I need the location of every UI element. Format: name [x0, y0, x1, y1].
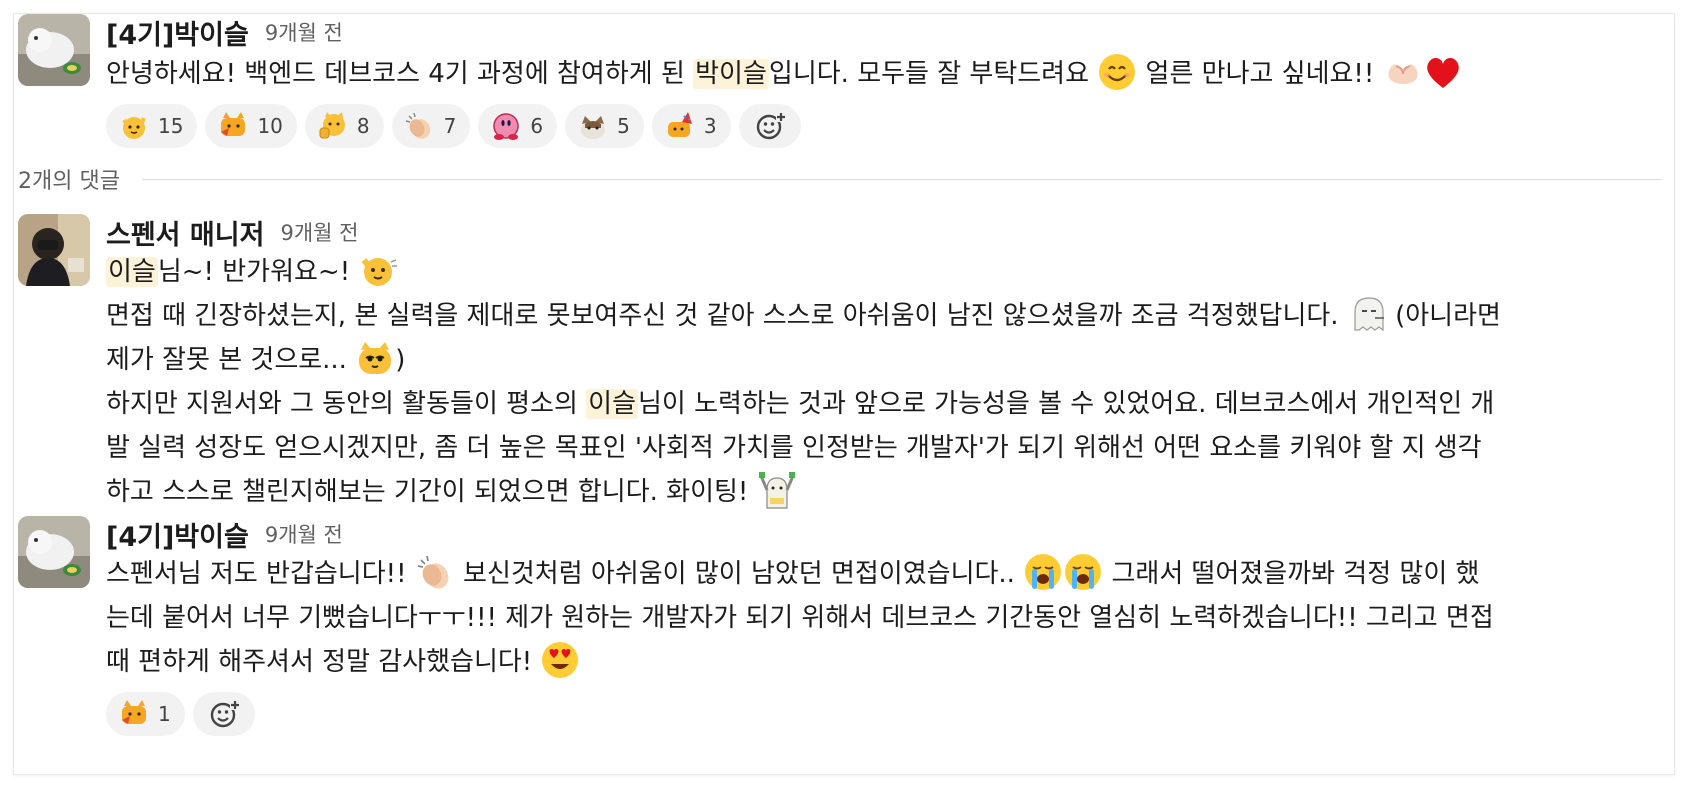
author-name[interactable]: 스펜서 매니저 [106, 213, 264, 252]
timestamp[interactable]: 9개월 전 [265, 519, 343, 549]
reaction-bar: 15 10 8 7 6 5 3 [106, 104, 1666, 148]
smug-cat-icon [355, 338, 395, 378]
cheering-hand-cat-icon [118, 110, 150, 142]
reaction-clapping-hands[interactable]: 7 [391, 104, 471, 148]
reaction-cat-face[interactable]: 5 [565, 104, 644, 148]
avatar[interactable] [18, 14, 90, 86]
heart-hands-icon [1383, 52, 1423, 92]
reaction-cheering-hand-cat[interactable]: 15 [106, 104, 198, 148]
message-text: 스펜서님 저도 반갑습니다!! 보신것처럼 아쉬움이 많이 남았던 면접이였습니… [106, 552, 1666, 684]
loudly-crying-face-icon [1063, 552, 1103, 592]
reaction-bar: 1 [106, 692, 1666, 736]
mention[interactable]: 이슬 [106, 257, 158, 287]
reply-count-label: 2개의 댓글 [18, 169, 120, 194]
kirby-icon [490, 110, 522, 142]
red-heart-icon [1423, 52, 1463, 92]
heart-eyes-face-icon [540, 640, 580, 680]
party-cat-icon [664, 110, 696, 142]
mention[interactable]: 박이슬 [693, 59, 769, 89]
waving-duck-icon [358, 250, 398, 290]
reaction-kirby[interactable]: 6 [478, 104, 558, 148]
ghost-icon [1347, 294, 1387, 334]
loudly-crying-face-icon [1023, 552, 1063, 592]
avatar[interactable] [18, 214, 90, 286]
mention[interactable]: 이슬 [586, 389, 638, 419]
add-reaction-button[interactable] [738, 104, 801, 148]
divider-line [141, 178, 1662, 180]
timestamp[interactable]: 9개월 전 [265, 17, 343, 47]
smiling-face-icon [1097, 52, 1137, 92]
reaction-orange-cat-fire[interactable]: 1 [106, 692, 185, 736]
cat-face-icon [577, 110, 609, 142]
fighting-ghost-icon [757, 470, 797, 510]
thumbs-up-cat-icon [317, 110, 349, 142]
author-name[interactable]: [4기]박이슬 [106, 14, 249, 52]
replies-divider: 2개의 댓글 [18, 164, 1662, 194]
clapping-hands-icon [415, 552, 455, 592]
avatar[interactable] [18, 516, 90, 588]
thread-panel: [4기]박이슬 9개월 전 안녕하세요! 백엔드 데브코스 4기 과정에 참여하… [14, 14, 1674, 774]
add-emoji-icon [208, 698, 240, 730]
orange-cat-fire-icon [217, 110, 249, 142]
add-emoji-icon [754, 110, 786, 142]
orange-cat-fire-icon [118, 698, 150, 730]
add-reaction-button[interactable] [192, 692, 255, 736]
reaction-thumbs-up-cat[interactable]: 8 [304, 104, 384, 148]
timestamp[interactable]: 9개월 전 [280, 217, 358, 247]
reaction-party-cat[interactable]: 3 [651, 104, 731, 148]
message-text: 이슬님~! 반가워요~! 면접 때 긴장하셨는지, 본 실력을 제대로 못보여주… [106, 250, 1666, 514]
clapping-hands-icon [404, 110, 436, 142]
reaction-orange-cat-fire[interactable]: 10 [205, 104, 297, 148]
author-name[interactable]: [4기]박이슬 [106, 515, 249, 554]
message-text: 안녕하세요! 백엔드 데브코스 4기 과정에 참여하게 된 박이슬입니다. 모두… [106, 52, 1666, 96]
